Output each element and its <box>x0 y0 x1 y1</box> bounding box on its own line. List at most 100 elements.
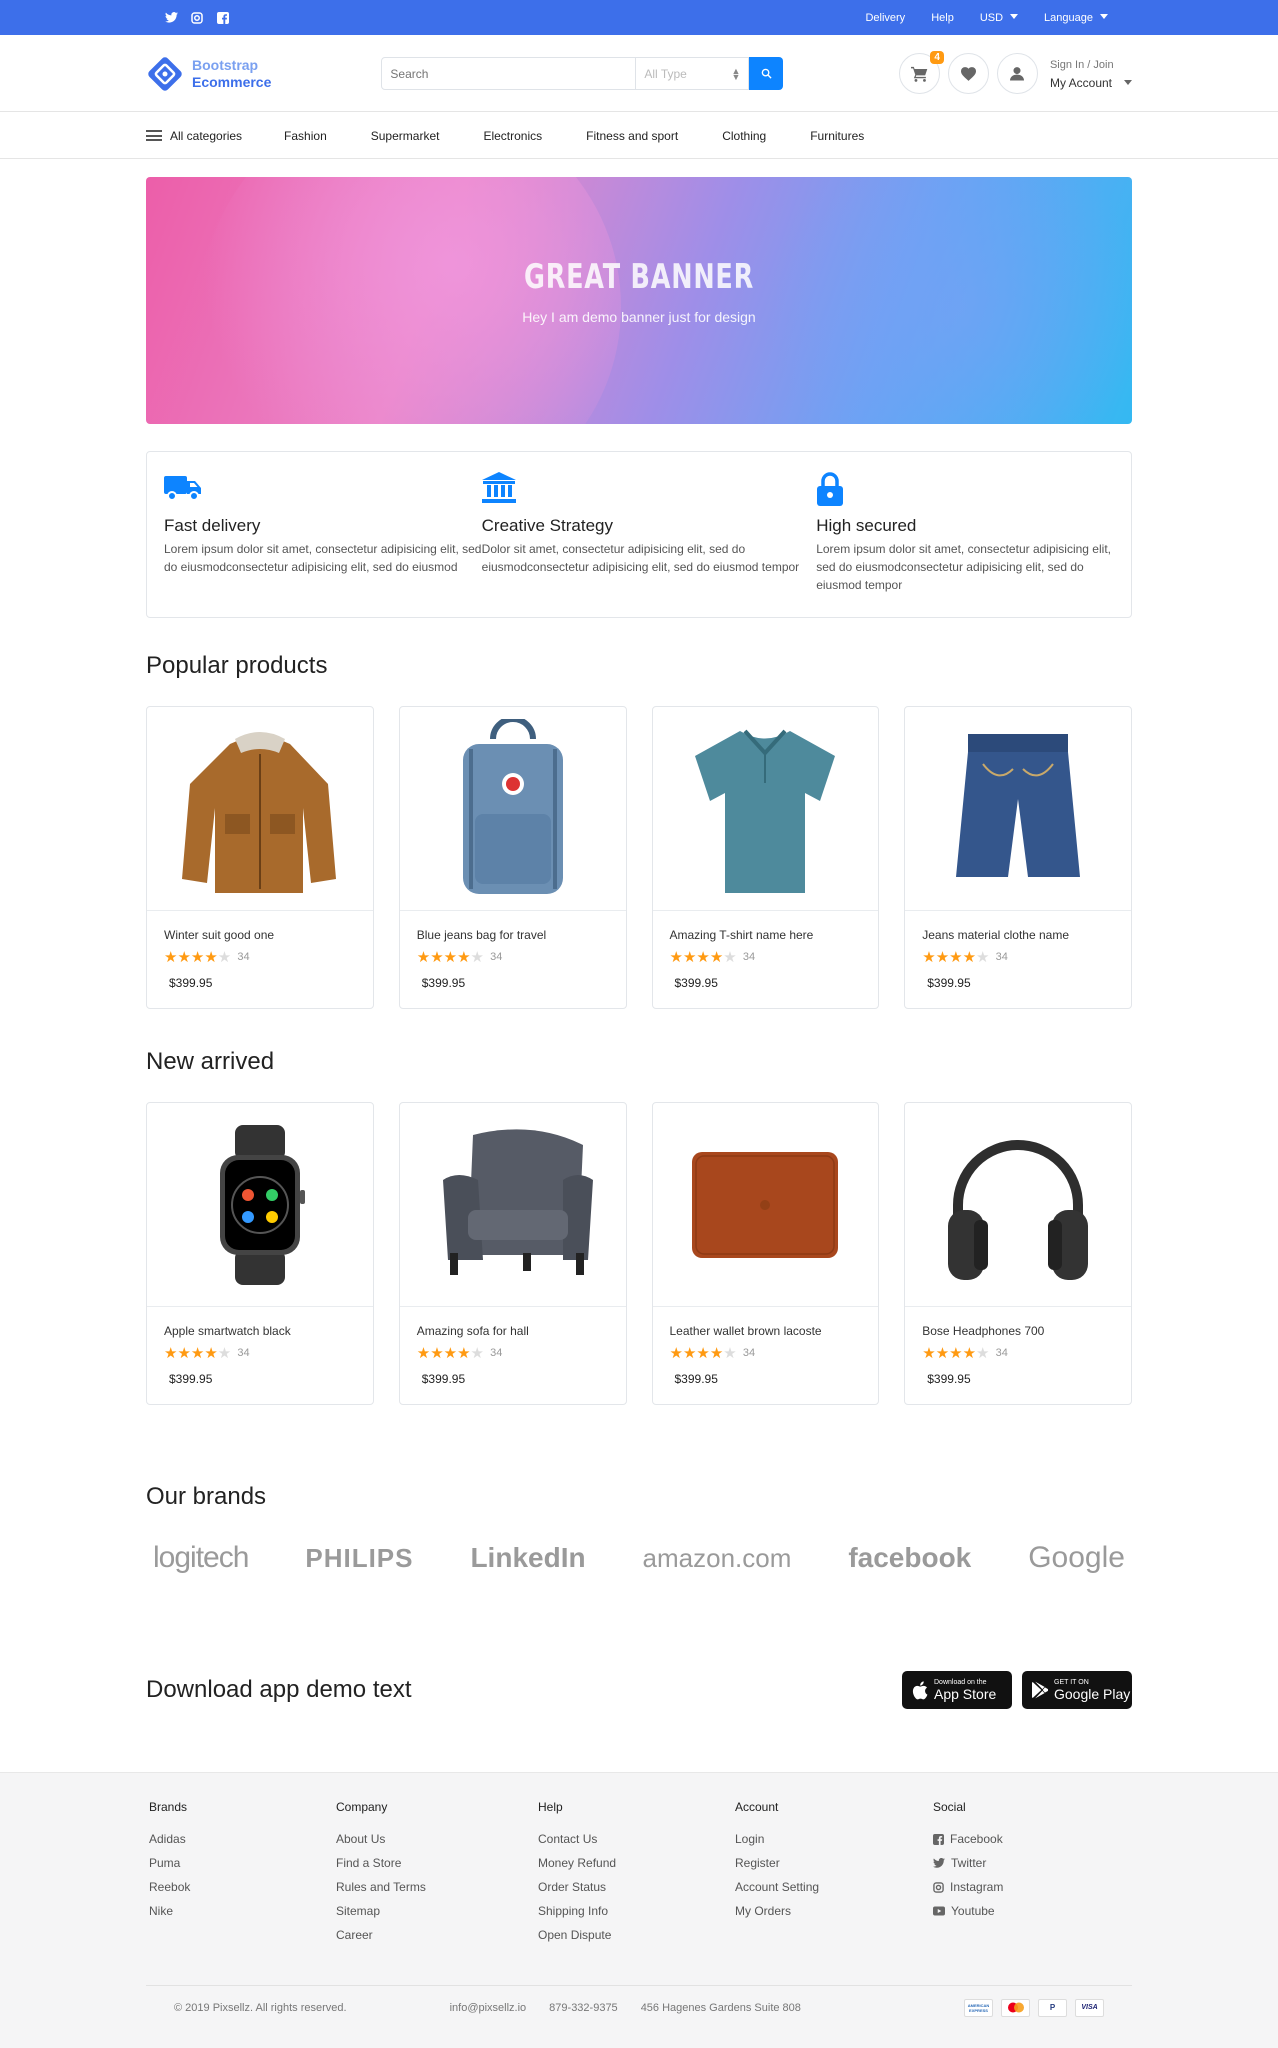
instagram-icon[interactable] <box>190 11 204 25</box>
paypal-icon: P <box>1038 1998 1067 2017</box>
footer-email[interactable]: info@pixsellz.io <box>450 2002 527 2014</box>
product-card[interactable]: Apple smartwatch black ★★★★★ 34 $399.95 <box>146 1102 374 1405</box>
type-select[interactable]: All Type ▲ ▼ <box>636 57 750 90</box>
product-image[interactable] <box>399 707 626 911</box>
select-arrows-icon: ▲ ▼ <box>731 65 741 82</box>
product-image[interactable] <box>905 1103 1131 1307</box>
product-name[interactable]: Blue jeans bag for travel <box>417 928 609 942</box>
signin-link[interactable]: Sign In / Join <box>1050 56 1132 74</box>
product-name[interactable]: Amazing T-shirt name here <box>670 928 862 942</box>
product-image[interactable] <box>399 1103 626 1307</box>
footer-link[interactable]: Rules and Terms <box>336 1875 538 1899</box>
account-avatar[interactable] <box>996 53 1038 94</box>
footer-phone[interactable]: 879-332-9375 <box>549 2002 618 2014</box>
footer-social-facebook[interactable]: Facebook <box>933 1827 1003 1851</box>
footer-link[interactable]: My Orders <box>735 1899 933 1923</box>
bank-icon <box>481 472 817 506</box>
product-card[interactable]: Amazing sofa for hall ★★★★★ 34 $399.95 <box>398 1102 627 1405</box>
youtube-icon <box>933 1906 945 1916</box>
footer-link[interactable]: Open Dispute <box>538 1923 735 1947</box>
product-card[interactable]: Amazing T-shirt name here ★★★★★ 34 $399.… <box>651 706 880 1009</box>
brand-philips[interactable]: PHILIPS <box>305 1543 413 1574</box>
footer-link[interactable]: Order Status <box>538 1875 735 1899</box>
review-count: 34 <box>995 951 1008 963</box>
nav-item-fitness[interactable]: Fitness and sport <box>586 129 678 143</box>
review-count: 34 <box>995 1347 1008 1359</box>
footer-link[interactable]: Money Refund <box>538 1851 735 1875</box>
product-image[interactable] <box>652 1103 879 1307</box>
product-image[interactable] <box>905 707 1131 911</box>
footer-link[interactable]: Login <box>735 1827 933 1851</box>
nav-item-clothing[interactable]: Clothing <box>722 129 766 143</box>
brand-logo-icon <box>146 55 184 93</box>
product-card[interactable]: Blue jeans bag for travel ★★★★★ 34 $399.… <box>398 706 627 1009</box>
appstore-big-text: App Store <box>934 1685 997 1702</box>
product-card[interactable]: Leather wallet brown lacoste ★★★★★ 34 $3… <box>651 1102 880 1405</box>
footer-social-instagram[interactable]: Instagram <box>933 1875 1003 1899</box>
product-name[interactable]: Winter suit good one <box>164 928 356 942</box>
brand[interactable]: Bootstrap Ecommerce <box>146 55 271 93</box>
google-play-button[interactable]: GET IT ON Google Play <box>1022 1671 1132 1709</box>
footer-link[interactable]: Find a Store <box>336 1851 538 1875</box>
twitter-icon[interactable] <box>164 11 178 25</box>
feature-title: Fast delivery <box>164 516 261 535</box>
nav-item-supermarket[interactable]: Supermarket <box>371 129 440 143</box>
search-input[interactable] <box>381 57 637 90</box>
app-store-button[interactable]: Download on the App Store <box>902 1671 1012 1709</box>
product-rating: ★★★★★ 34 <box>670 948 862 966</box>
product-name[interactable]: Bose Headphones 700 <box>922 1324 1114 1338</box>
footer-link[interactable]: Shipping Info <box>538 1899 735 1923</box>
footer-col-title: Social <box>933 1800 966 1814</box>
product-card[interactable]: Bose Headphones 700 ★★★★★ 34 $399.95 <box>904 1102 1132 1405</box>
search-button[interactable] <box>749 57 784 90</box>
product-image[interactable] <box>652 707 879 911</box>
help-link[interactable]: Help <box>931 12 954 24</box>
footer-link[interactable]: Register <box>735 1851 933 1875</box>
brand-facebook[interactable]: facebook <box>848 1542 971 1574</box>
product-card[interactable]: Winter suit good one ★★★★★ 34 $399.95 <box>146 706 374 1009</box>
product-price: $399.95 <box>927 1372 971 1386</box>
footer-col-help: Help Contact Us Money Refund Order Statu… <box>538 1800 735 1947</box>
product-name[interactable]: Apple smartwatch black <box>164 1324 356 1338</box>
brand-google[interactable]: Google <box>1028 1541 1125 1575</box>
cart-button[interactable]: 4 <box>898 51 944 94</box>
type-select-value: All Type <box>644 66 687 81</box>
product-image[interactable] <box>147 1103 373 1307</box>
brand-amazon[interactable]: amazon.com <box>643 1543 792 1574</box>
footer-link[interactable]: Contact Us <box>538 1827 735 1851</box>
product-name[interactable]: Jeans material clothe name <box>922 928 1114 942</box>
nav-item-furnitures[interactable]: Furnitures <box>810 129 864 143</box>
product-image[interactable] <box>147 707 373 911</box>
product-name[interactable]: Amazing sofa for hall <box>417 1324 609 1338</box>
footer-link[interactable]: Adidas <box>149 1827 336 1851</box>
all-categories-button[interactable]: All categories <box>146 129 242 143</box>
feature-text: Lorem ipsum dolor sit amet, consectetur … <box>816 542 1111 592</box>
hero-banner[interactable]: GREAT BANNER Hey I am demo banner just f… <box>146 177 1132 424</box>
nav-item-electronics[interactable]: Electronics <box>483 129 542 143</box>
amex-card-icon: AMERICAN EXPRESS <box>964 1998 993 2017</box>
brand-linkedin[interactable]: LinkedIn <box>470 1542 585 1574</box>
my-account-dropdown[interactable]: My Account <box>1050 74 1132 92</box>
headphones-image <box>948 1139 1089 1280</box>
footer-social-twitter[interactable]: Twitter <box>933 1851 1003 1875</box>
brand-logitech[interactable]: logitech <box>153 1541 249 1575</box>
product-card[interactable]: Jeans material clothe name ★★★★★ 34 $399… <box>904 706 1132 1009</box>
footer-link[interactable]: About Us <box>336 1827 538 1851</box>
footer-link[interactable]: Puma <box>149 1851 336 1875</box>
footer-link[interactable]: Account Setting <box>735 1875 933 1899</box>
account-menu[interactable]: Sign In / Join My Account <box>1050 56 1132 92</box>
footer-link[interactable]: Reebok <box>149 1875 336 1899</box>
delivery-link[interactable]: Delivery <box>865 12 905 24</box>
footer-link[interactable]: Sitemap <box>336 1899 538 1923</box>
footer-social-youtube[interactable]: Youtube <box>933 1899 1003 1923</box>
our-brands-title: Our brands <box>146 1483 267 1510</box>
facebook-icon[interactable] <box>216 11 230 25</box>
nav-item-fashion[interactable]: Fashion <box>284 129 327 143</box>
language-dropdown[interactable]: Language <box>1044 12 1108 24</box>
product-rating: ★★★★★ 34 <box>164 1344 356 1362</box>
currency-dropdown[interactable]: USD <box>980 12 1018 24</box>
product-name[interactable]: Leather wallet brown lacoste <box>670 1324 862 1338</box>
footer-link[interactable]: Career <box>336 1923 538 1947</box>
footer-link[interactable]: Nike <box>149 1899 336 1923</box>
wishlist-button[interactable] <box>947 53 989 94</box>
